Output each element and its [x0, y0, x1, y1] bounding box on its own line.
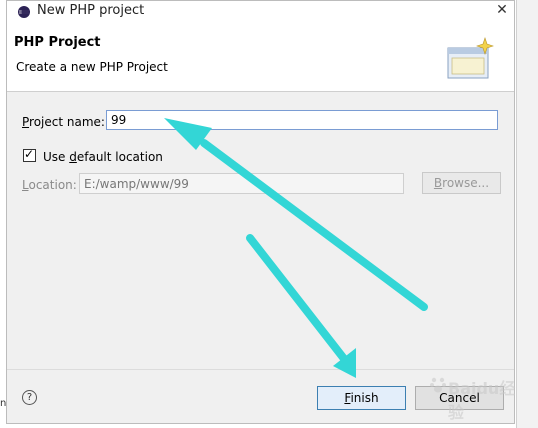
use-default-location-label: Use default location: [43, 150, 163, 164]
close-icon[interactable]: ✕: [491, 1, 513, 21]
background-window-strip: [516, 0, 538, 428]
help-icon[interactable]: ?: [22, 390, 37, 405]
watermark: Baidu经验: [430, 368, 530, 422]
eclipse-app-icon: [18, 6, 30, 18]
finish-button[interactable]: Finish: [317, 386, 406, 410]
page-description: Create a new PHP Project: [16, 60, 168, 74]
use-default-location-checkbox[interactable]: ✓: [23, 147, 36, 162]
new-project-wizard-icon: [447, 37, 494, 79]
wizard-header: PHP Project Create a new PHP Project: [7, 23, 514, 92]
page-title: PHP Project: [14, 35, 101, 50]
browse-button[interactable]: Browse...: [422, 172, 501, 194]
window-title: New PHP project: [37, 3, 145, 18]
checkmark-icon: ✓: [24, 147, 35, 161]
paw-logo-icon: [430, 377, 446, 393]
location-field[interactable]: E:/wamp/www/99: [79, 173, 404, 194]
watermark-text: Baidu经验: [448, 379, 516, 422]
project-name-input[interactable]: [106, 110, 498, 130]
new-php-project-dialog: New PHP project ✕ PHP Project Create a n…: [6, 0, 515, 424]
title-bar: New PHP project ✕: [7, 1, 514, 23]
project-name-label: Project name:: [22, 115, 105, 129]
location-label: Location:: [22, 178, 77, 192]
